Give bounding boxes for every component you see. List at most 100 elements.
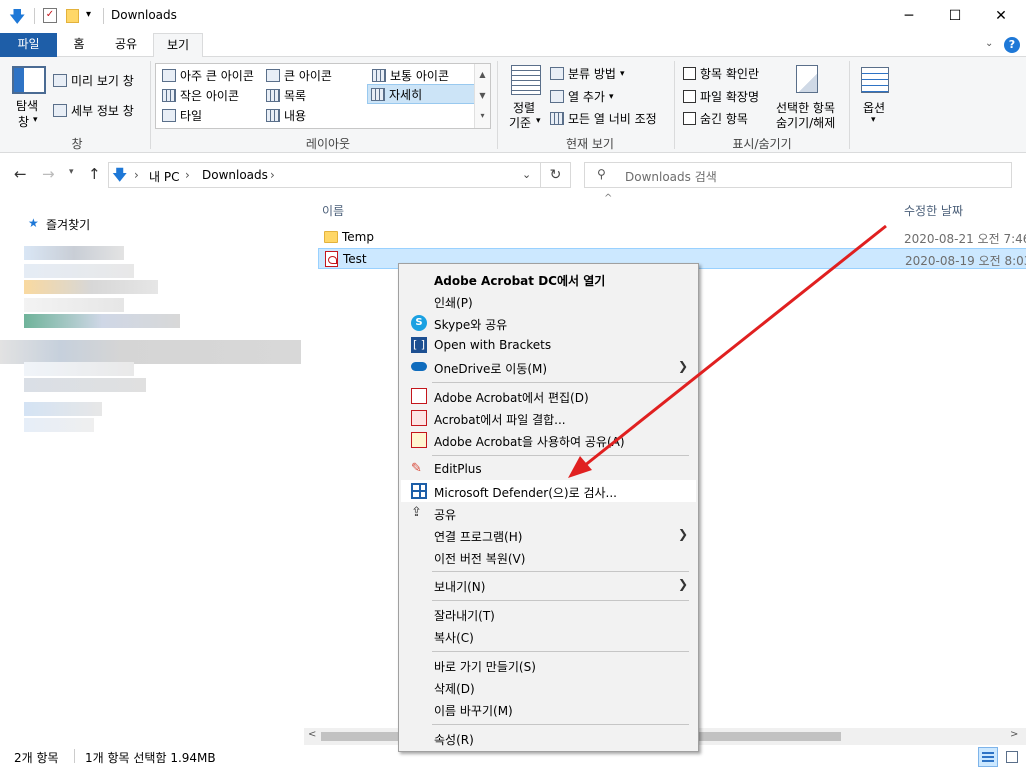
nav-item-blurred[interactable]	[24, 298, 124, 312]
close-button[interactable]: ✕	[978, 0, 1024, 32]
layout-small-icons[interactable]: 작은 아이콘	[159, 85, 242, 105]
tab-home[interactable]: 홈	[60, 33, 98, 57]
menu-properties[interactable]: 속성(R)	[401, 727, 696, 749]
options-icon[interactable]	[861, 67, 889, 93]
chevron-down-icon[interactable]: ▾	[536, 116, 541, 126]
group-by-button[interactable]: 분류 방법 ▾	[550, 65, 625, 82]
menu-edit-acrobat[interactable]: Adobe Acrobat에서 편집(D)	[401, 385, 696, 407]
chevron-down-icon[interactable]: ▾	[871, 115, 876, 125]
checkbox[interactable]	[683, 112, 696, 125]
checkmark-icon[interactable]: ✓	[43, 8, 57, 23]
scroll-right-icon[interactable]: >	[1010, 729, 1018, 740]
up-button[interactable]: ↑	[88, 165, 101, 183]
checkbox[interactable]	[683, 67, 696, 80]
options-label[interactable]: 옵션	[863, 99, 885, 116]
nav-item-blurred[interactable]	[24, 402, 102, 416]
menu-open-brackets[interactable]: [ ] Open with Brackets	[401, 334, 696, 356]
file-row-temp[interactable]: Temp 2020-08-21 오전 7:46	[318, 227, 1026, 248]
large-icons-view-button[interactable]	[1002, 747, 1022, 767]
menu-editplus[interactable]: ✎ EditPlus	[401, 458, 696, 480]
nav-quick-access[interactable]: 즐겨찾기	[46, 216, 90, 233]
hide-selected-icon[interactable]	[796, 65, 818, 93]
menu-cut[interactable]: 잘라내기(T)	[401, 603, 696, 625]
menu-print[interactable]: 인쇄(P)	[401, 290, 696, 312]
recent-locations-chevron-icon[interactable]: ▾	[69, 167, 74, 177]
scroll-left-icon[interactable]: <	[308, 729, 316, 740]
menu-create-shortcut[interactable]: 바로 가기 만들기(S)	[401, 654, 696, 676]
tab-share[interactable]: 공유	[103, 33, 149, 57]
fit-columns-button[interactable]: 모든 열 너비 조정	[550, 110, 657, 127]
sort-by-icon[interactable]	[511, 65, 541, 95]
breadcrumb-separator[interactable]: ›	[134, 168, 139, 182]
collapse-ribbon-chevron-icon[interactable]: ⌄	[985, 38, 993, 49]
quick-access-properties-icon[interactable]: 🡇	[9, 6, 25, 33]
sort-by-label[interactable]: 기준	[509, 114, 531, 131]
layout-content[interactable]: 내용	[263, 105, 309, 125]
minimize-button[interactable]: ─	[886, 0, 932, 32]
navigation-pane-icon[interactable]	[12, 66, 46, 94]
expand-gallery-icon[interactable]: ▾	[475, 106, 490, 126]
add-columns-button[interactable]: 열 추가 ▾	[550, 88, 613, 105]
back-button[interactable]: ←	[14, 165, 27, 183]
column-header-name[interactable]: 이름	[322, 202, 344, 219]
hide-selected-label[interactable]: 숨기기/해제	[776, 114, 835, 131]
layout-medium-icons[interactable]: 보통 아이콘	[369, 65, 452, 85]
tab-file[interactable]: 파일	[0, 33, 57, 57]
details-pane-button[interactable]: 세부 정보 창	[53, 102, 134, 119]
menu-delete[interactable]: 삭제(D)	[401, 676, 696, 698]
nav-item-blurred[interactable]	[24, 314, 180, 328]
hidden-items-toggle[interactable]: 숨긴 항목	[683, 110, 748, 127]
menu-share-skype[interactable]: S Skype와 공유	[401, 312, 696, 334]
group-label-show-hide: 표시/숨기기	[732, 137, 792, 151]
details-view-button[interactable]	[978, 747, 998, 767]
breadcrumb-separator[interactable]: ›	[185, 168, 190, 182]
navigation-pane-label[interactable]: 창	[18, 113, 29, 130]
layout-large-icons[interactable]: 큰 아이콘	[263, 65, 335, 85]
menu-open-with[interactable]: 연결 프로그램(H) ❯	[401, 524, 696, 546]
address-dropdown-chevron-icon[interactable]: ⌄	[522, 168, 531, 181]
nav-item-blurred[interactable]	[24, 280, 158, 294]
layout-details[interactable]: 자세히	[367, 84, 475, 104]
scroll-up-icon[interactable]: ▲	[475, 64, 490, 85]
search-input[interactable]: ⚲ Downloads 검색	[584, 162, 1012, 188]
item-checkboxes-toggle[interactable]: 항목 확인란	[683, 65, 759, 82]
breadcrumb-this-pc[interactable]: 내 PC	[149, 168, 179, 185]
layout-tiles[interactable]: 타일	[159, 105, 205, 125]
menu-rename[interactable]: 이름 바꾸기(M)	[401, 698, 696, 720]
nav-item-blurred[interactable]	[24, 264, 134, 278]
refresh-button[interactable]: ↻	[541, 162, 571, 188]
nav-item-blurred[interactable]	[24, 246, 124, 260]
checkbox[interactable]	[683, 90, 696, 103]
menu-share[interactable]: ⇪ 공유	[401, 502, 696, 524]
file-extensions-toggle[interactable]: 파일 확장명	[683, 88, 759, 105]
preview-pane-button[interactable]: 미리 보기 창	[53, 72, 134, 89]
help-icon[interactable]: ?	[1004, 37, 1020, 53]
scroll-down-icon[interactable]: ▼	[475, 85, 490, 106]
forward-button[interactable]: →	[42, 165, 55, 183]
menu-combine-acrobat[interactable]: Acrobat에서 파일 결합...	[401, 407, 696, 429]
breadcrumb-separator[interactable]: ›	[270, 168, 275, 182]
layout-scrollbar[interactable]: ▲ ▼ ▾	[474, 64, 490, 128]
nav-item-blurred-selected[interactable]	[0, 340, 301, 364]
layout-list[interactable]: 목록	[263, 85, 309, 105]
menu-send-to[interactable]: 보내기(N) ❯	[401, 574, 696, 596]
menu-share-acrobat[interactable]: Adobe Acrobat을 사용하여 공유(A)	[401, 429, 696, 451]
address-bar[interactable]: 🡇 › 내 PC › Downloads › ⌄	[108, 162, 541, 188]
new-folder-icon[interactable]	[66, 9, 79, 23]
nav-item-blurred[interactable]	[24, 378, 146, 392]
navigation-pane-label[interactable]: 탐색	[16, 97, 38, 114]
nav-item-blurred[interactable]	[24, 418, 94, 432]
menu-move-onedrive[interactable]: OneDrive로 이동(M) ❯	[401, 356, 696, 378]
layout-extra-large-icons[interactable]: 아주 큰 아이콘	[159, 65, 257, 85]
tab-view[interactable]: 보기	[153, 33, 203, 58]
nav-item-blurred[interactable]	[24, 362, 134, 376]
chevron-down-icon[interactable]: ▾	[33, 115, 38, 125]
menu-scan-defender[interactable]: Microsoft Defender(으)로 검사...	[401, 480, 696, 502]
menu-restore-versions[interactable]: 이전 버전 복원(V)	[401, 546, 696, 568]
menu-open-acrobat[interactable]: Adobe Acrobat DC에서 열기	[401, 268, 696, 290]
column-header-date-modified[interactable]: 수정한 날짜	[904, 202, 963, 219]
maximize-button[interactable]: ☐	[932, 0, 978, 32]
menu-copy[interactable]: 복사(C)	[401, 625, 696, 647]
customize-qat-chevron-icon[interactable]: ▾	[86, 9, 91, 20]
breadcrumb-downloads[interactable]: Downloads	[202, 168, 268, 182]
